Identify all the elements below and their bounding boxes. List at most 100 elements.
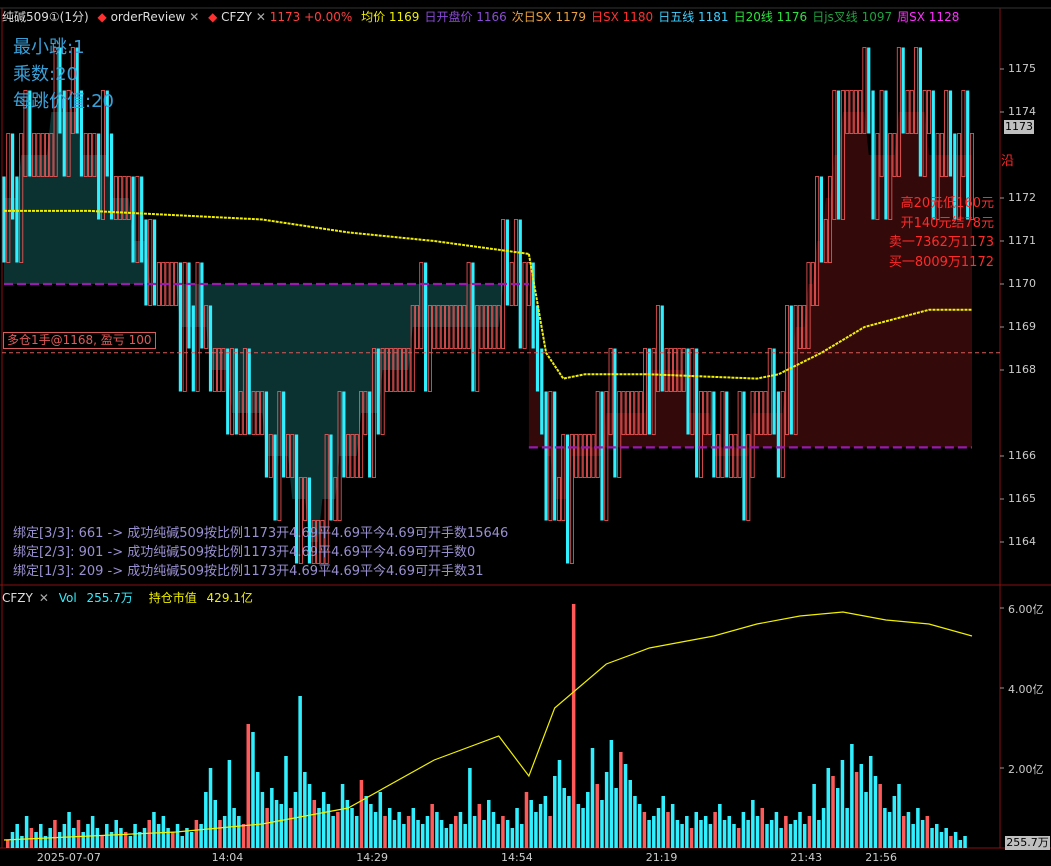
volume-bar [755, 816, 760, 848]
price-bar-down [376, 348, 380, 435]
volume-bar [29, 828, 34, 848]
volume-bar [6, 840, 10, 848]
volume-bar [821, 808, 826, 848]
price-bar-up [595, 391, 600, 478]
volume-bar [901, 816, 906, 848]
price-bar-down [264, 391, 269, 478]
time-tick-label: 14:29 [356, 851, 388, 864]
volume-bar [458, 812, 463, 848]
price-tick-label: 1165 [1008, 492, 1036, 505]
volume-bar [600, 800, 604, 848]
volume-bar [369, 804, 373, 848]
price-bar-down [600, 391, 604, 521]
volume-bar [15, 824, 19, 848]
volume-bar [949, 836, 953, 848]
volume-bar [614, 788, 618, 848]
volume-bar [303, 772, 307, 848]
volume-bar [850, 744, 854, 848]
price-bar-down [553, 391, 557, 521]
price-tick-label: 1171 [1008, 234, 1036, 247]
price-bar-down [471, 262, 475, 392]
position-label[interactable]: 多仓1手@1168, 盈亏 100 [3, 332, 156, 349]
price-bar-down [686, 348, 690, 435]
volume-bar [265, 808, 269, 848]
volume-bar [883, 808, 887, 848]
volume-bar [661, 796, 665, 848]
volume-chart[interactable] [3, 604, 973, 848]
chart-canvas[interactable] [0, 0, 1051, 866]
volume-bar [284, 756, 288, 848]
volume-bar [788, 824, 793, 848]
volume-bar [430, 804, 434, 848]
volume-bar [567, 796, 571, 848]
volume-bar [336, 812, 340, 848]
tab-cfzy[interactable]: CFZY [221, 10, 252, 24]
volume-bar [590, 748, 595, 848]
volume-bar [100, 836, 104, 848]
volume-bar [892, 796, 897, 848]
price-bar-down [11, 133, 15, 220]
volume-bar [798, 812, 802, 848]
volume-bar [685, 816, 689, 848]
price-bar-down [695, 348, 699, 478]
bid-label: 买一8009万1172 [888, 254, 994, 270]
price-bar-up [604, 391, 609, 521]
price-bar-down [109, 133, 114, 220]
volume-bar [34, 832, 38, 848]
volume-bar [637, 804, 642, 848]
close-icon[interactable]: ✕ [256, 10, 266, 24]
volume-bar [24, 816, 29, 848]
volume-bar [958, 840, 963, 848]
volume-bar [420, 824, 425, 848]
volume-bar [227, 760, 232, 848]
symbol-label[interactable]: 纯碱509①(1分) [2, 10, 89, 24]
volume-bar [779, 828, 783, 848]
volume-bar [586, 792, 590, 848]
volume-bar [331, 816, 335, 848]
volume-bar [72, 828, 76, 848]
price-bar-down [948, 90, 953, 177]
volume-bar [57, 832, 62, 848]
price-bar-down [647, 348, 651, 435]
volume-bar [708, 824, 713, 848]
time-tick-label: 14:54 [501, 851, 533, 864]
volume-bar [354, 816, 359, 848]
close-icon[interactable]: ✕ [39, 591, 49, 605]
price-tick-label: 1175 [1008, 62, 1036, 75]
volume-bar [703, 816, 708, 848]
volume-bar [39, 824, 43, 848]
price-bar-up [169, 262, 174, 306]
price-bar-down [565, 434, 570, 564]
volume-bar [666, 812, 670, 848]
price-bar-down [208, 305, 213, 392]
price-bar-down [342, 391, 346, 478]
volume-indicator-name[interactable]: CFZY ✕ [2, 591, 49, 605]
volume-bar [623, 764, 628, 848]
volume-bar [392, 820, 397, 848]
volume-bar [95, 828, 100, 848]
volume-bar [878, 784, 882, 848]
price-bar-down [152, 219, 157, 306]
price-bar-down [247, 348, 251, 435]
close-icon[interactable]: ✕ [189, 10, 199, 24]
price-bar-down [772, 348, 776, 435]
quote-value: 1173 +0.00% [269, 10, 353, 24]
volume-bar [699, 820, 703, 848]
side-marker: 沿 [1001, 154, 1015, 169]
volume-bar [491, 812, 496, 848]
volume-bar [934, 824, 939, 848]
volume-bar [906, 812, 911, 848]
volume-bar [722, 820, 727, 848]
volume-bar [260, 792, 265, 848]
volume-bar [736, 828, 741, 848]
price-bar-down [918, 47, 922, 177]
price-bar-down [226, 348, 230, 435]
price-bar-down [329, 434, 333, 521]
indicator-0: 均价 1169 [361, 10, 420, 24]
price-bar-down [234, 348, 238, 435]
tab-order-review[interactable]: orderReview [111, 10, 186, 24]
price-chart[interactable] [2, 47, 1000, 564]
volume-bar [557, 760, 562, 848]
volume-bar [189, 832, 194, 848]
volume-bar [274, 800, 279, 848]
